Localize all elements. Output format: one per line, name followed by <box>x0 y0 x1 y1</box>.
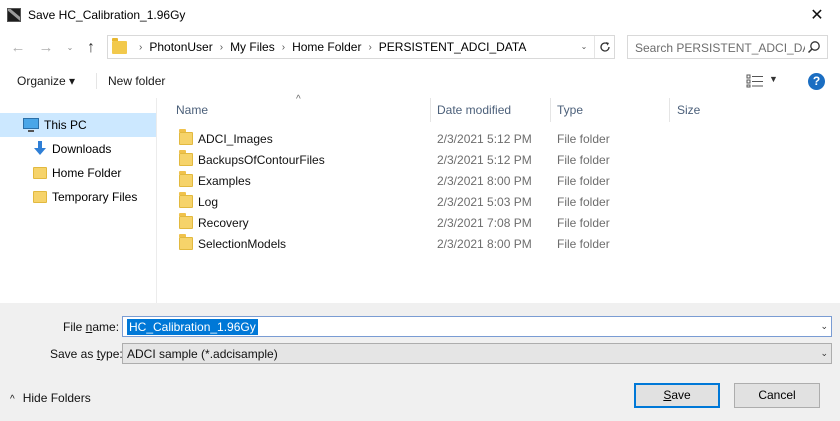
refresh-button[interactable] <box>594 36 614 58</box>
refresh-icon <box>599 42 610 52</box>
file-name: BackupsOfContourFiles <box>198 153 325 167</box>
breadcrumb-photonuser[interactable]: PhotonUser <box>149 40 212 54</box>
address-row: ← → ⌄ ↑ › PhotonUser › My Files › Home F… <box>0 33 840 63</box>
file-name: Recovery <box>198 216 249 230</box>
folder-icon <box>179 129 193 145</box>
file-type: File folder <box>557 153 610 167</box>
app-icon <box>7 8 21 22</box>
file-type: File folder <box>557 132 610 146</box>
file-name-label: File name: <box>63 320 120 334</box>
file-row[interactable]: Examples 2/3/2021 8:00 PM File folder <box>172 170 632 191</box>
folder-icon <box>179 213 193 229</box>
folder-icon <box>179 150 193 166</box>
command-toolbar: Organize ▾ New folder ▼ ? <box>0 64 840 98</box>
breadcrumb: › PhotonUser › My Files › Home Folder › … <box>132 36 526 58</box>
file-name: SelectionModels <box>198 237 287 251</box>
help-icon[interactable]: ? <box>808 73 825 90</box>
back-button[interactable]: ← <box>9 38 27 58</box>
search-icon[interactable] <box>807 40 821 54</box>
file-date: 2/3/2021 5:12 PM <box>437 132 532 146</box>
folder-icon <box>112 38 127 54</box>
file-type: File folder <box>557 174 610 188</box>
breadcrumb-my-files[interactable]: My Files <box>230 40 275 54</box>
chevron-up-icon: ^ <box>10 394 15 405</box>
toolbar-divider <box>96 73 97 89</box>
file-name-field[interactable]: HC_Calibration_1.96Gy ⌄ <box>122 316 832 337</box>
file-name-input[interactable]: HC_Calibration_1.96Gy <box>127 319 258 335</box>
recent-locations-button[interactable]: ⌄ <box>61 38 79 58</box>
save-as-type-select[interactable]: ADCI sample (*.adcisample) ⌄ <box>122 343 832 364</box>
file-type: File folder <box>557 195 610 209</box>
column-header-size[interactable]: Size <box>677 103 700 117</box>
file-row[interactable]: BackupsOfContourFiles 2/3/2021 5:12 PM F… <box>172 149 632 170</box>
file-row[interactable]: Recovery 2/3/2021 7:08 PM File folder <box>172 212 632 233</box>
hide-folders-button[interactable]: ^ Hide Folders <box>10 391 91 405</box>
file-type: File folder <box>557 237 610 251</box>
file-row[interactable]: SelectionModels 2/3/2021 8:00 PM File fo… <box>172 233 632 254</box>
file-date: 2/3/2021 5:03 PM <box>437 195 532 209</box>
nav-item-downloads[interactable]: Downloads <box>0 137 156 161</box>
nav-item-label: Downloads <box>52 142 112 156</box>
chevron-right-icon[interactable]: › <box>220 42 223 53</box>
chevron-down-icon[interactable]: ⌄ <box>576 36 592 58</box>
search-box[interactable]: Search PERSISTENT_ADCI_DA... <box>627 35 828 59</box>
navigation-pane: This PC Downloads Home Folder Temporary … <box>0 98 157 303</box>
save-panel: File name: HC_Calibration_1.96Gy ⌄ Save … <box>0 303 840 421</box>
file-date: 2/3/2021 5:12 PM <box>437 153 532 167</box>
chevron-down-icon[interactable]: ⌄ <box>820 321 828 332</box>
file-name: ADCI_Images <box>198 132 273 146</box>
nav-item-temporary-files[interactable]: Temporary Files <box>0 185 156 209</box>
title-bar: Save HC_Calibration_1.96Gy ✕ <box>0 0 840 31</box>
column-header-date-modified[interactable]: Date modified <box>437 103 511 117</box>
file-date: 2/3/2021 8:00 PM <box>437 174 532 188</box>
save-as-type-label: Save as type: <box>50 347 123 361</box>
chevron-right-icon[interactable]: › <box>139 42 142 53</box>
folder-icon <box>179 234 193 250</box>
folder-icon <box>179 171 193 187</box>
chevron-right-icon[interactable]: › <box>368 42 371 53</box>
chevron-right-icon[interactable]: › <box>282 42 285 53</box>
hide-folders-label: Hide Folders <box>22 391 91 405</box>
folder-icon <box>33 167 47 179</box>
up-button[interactable]: ↑ <box>82 38 100 58</box>
folder-icon <box>179 192 193 208</box>
file-row[interactable]: Log 2/3/2021 5:03 PM File folder <box>172 191 632 212</box>
file-name: Log <box>198 195 219 209</box>
close-button[interactable]: ✕ <box>794 0 840 31</box>
nav-item-this-pc[interactable]: This PC <box>0 113 156 137</box>
view-options-icon[interactable] <box>746 74 764 88</box>
breadcrumb-home-folder[interactable]: Home Folder <box>292 40 361 54</box>
cancel-button[interactable]: Cancel <box>734 383 820 408</box>
view-dropdown[interactable]: ▼ <box>769 74 778 84</box>
chevron-down-icon[interactable]: ⌄ <box>820 348 828 359</box>
computer-icon <box>23 118 39 132</box>
new-folder-button[interactable]: New folder <box>108 74 165 88</box>
downloads-icon <box>34 141 46 155</box>
address-bar[interactable]: › PhotonUser › My Files › Home Folder › … <box>107 35 615 59</box>
search-input[interactable]: Search PERSISTENT_ADCI_DA... <box>635 41 805 55</box>
column-header-type[interactable]: Type <box>557 103 583 117</box>
file-date: 2/3/2021 7:08 PM <box>437 216 532 230</box>
folder-icon <box>33 191 47 203</box>
file-row[interactable]: ADCI_Images 2/3/2021 5:12 PM File folder <box>172 128 632 149</box>
file-type: File folder <box>557 216 610 230</box>
nav-item-label: Temporary Files <box>52 190 138 204</box>
column-divider[interactable] <box>430 98 431 122</box>
column-divider[interactable] <box>669 98 670 122</box>
window-title: Save HC_Calibration_1.96Gy <box>28 8 186 22</box>
nav-item-label: Home Folder <box>52 166 122 180</box>
breadcrumb-persistent-adci-data[interactable]: PERSISTENT_ADCI_DATA <box>379 40 527 54</box>
nav-item-label: This PC <box>44 118 87 132</box>
save-as-type-value: ADCI sample (*.adcisample) <box>127 347 278 361</box>
forward-button[interactable]: → <box>37 38 55 58</box>
save-button[interactable]: Save <box>634 383 720 408</box>
sort-ascending-icon: ^ <box>296 94 301 105</box>
nav-item-home-folder[interactable]: Home Folder <box>0 161 156 185</box>
file-name: Examples <box>198 174 251 188</box>
file-date: 2/3/2021 8:00 PM <box>437 237 532 251</box>
column-divider[interactable] <box>550 98 551 122</box>
organize-button[interactable]: Organize ▾ <box>17 74 75 88</box>
column-header-name[interactable]: Name <box>176 103 208 117</box>
file-list: ^ Name Date modified Type Size ADCI_Imag… <box>158 94 840 303</box>
